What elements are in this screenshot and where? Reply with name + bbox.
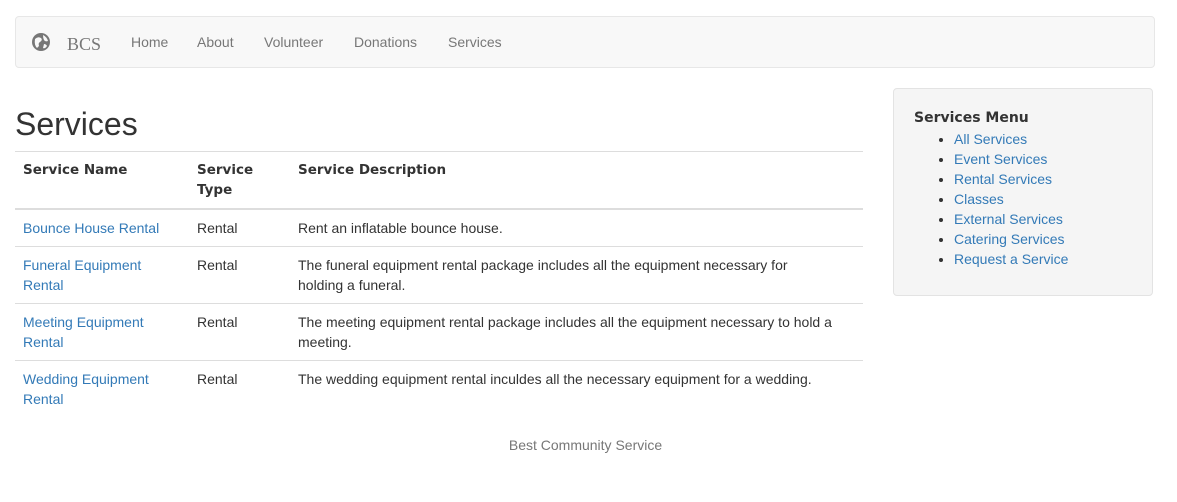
services-menu-panel: Services Menu All Services Event Service… bbox=[893, 88, 1153, 296]
globe-icon[interactable] bbox=[32, 33, 50, 51]
menu-link-catering-services[interactable]: Catering Services bbox=[954, 231, 1065, 247]
service-description: Rent an inflatable bounce house. bbox=[290, 208, 863, 247]
menu-link-all-services[interactable]: All Services bbox=[954, 131, 1027, 147]
services-menu-list: All Services Event Services Rental Servi… bbox=[914, 129, 1068, 269]
service-description: The funeral equipment rental package inc… bbox=[290, 246, 863, 304]
service-name-link[interactable]: Funeral Equipment Rental bbox=[23, 257, 141, 293]
list-item: External Services bbox=[954, 209, 1068, 229]
navbar: BCS Home About Volunteer Donations Servi… bbox=[15, 16, 1155, 68]
menu-link-rental-services[interactable]: Rental Services bbox=[954, 171, 1052, 187]
list-item: All Services bbox=[954, 129, 1068, 149]
list-item: Rental Services bbox=[954, 169, 1068, 189]
page-title: Services bbox=[15, 106, 138, 142]
column-header-service-type: Service Type bbox=[189, 151, 290, 210]
nav-services[interactable]: Services bbox=[448, 34, 502, 50]
menu-link-external-services[interactable]: External Services bbox=[954, 211, 1063, 227]
nav-volunteer[interactable]: Volunteer bbox=[264, 34, 323, 50]
service-type: Rental bbox=[189, 360, 290, 417]
nav-about[interactable]: About bbox=[197, 34, 234, 50]
table-row: Bounce House Rental Rental Rent an infla… bbox=[15, 208, 863, 247]
list-item: Request a Service bbox=[954, 249, 1068, 269]
service-type: Rental bbox=[189, 246, 290, 304]
nav-donations[interactable]: Donations bbox=[354, 34, 417, 50]
list-item: Catering Services bbox=[954, 229, 1068, 249]
column-header-service-name: Service Name bbox=[15, 151, 189, 210]
table-row: Funeral Equipment Rental Rental The fune… bbox=[15, 246, 863, 304]
list-item: Event Services bbox=[954, 149, 1068, 169]
table-header-row: Service Name Service Type Service Descri… bbox=[15, 151, 863, 210]
table-row: Wedding Equipment Rental Rental The wedd… bbox=[15, 360, 863, 417]
menu-link-classes[interactable]: Classes bbox=[954, 191, 1004, 207]
table-row: Meeting Equipment Rental Rental The meet… bbox=[15, 303, 863, 361]
brand-link[interactable]: BCS bbox=[67, 34, 101, 55]
footer-text: Best Community Service bbox=[508, 437, 663, 453]
list-item: Classes bbox=[954, 189, 1068, 209]
service-type: Rental bbox=[189, 208, 290, 247]
nav-home[interactable]: Home bbox=[131, 34, 168, 50]
menu-link-request-a-service[interactable]: Request a Service bbox=[954, 251, 1068, 267]
service-description: The wedding equipment rental inculdes al… bbox=[290, 360, 863, 417]
services-menu-title: Services Menu bbox=[914, 110, 1029, 126]
menu-link-event-services[interactable]: Event Services bbox=[954, 151, 1047, 167]
column-header-service-description: Service Description bbox=[290, 151, 863, 210]
service-name-link[interactable]: Meeting Equipment Rental bbox=[23, 314, 144, 350]
services-table: Service Name Service Type Service Descri… bbox=[15, 151, 863, 417]
service-description: The meeting equipment rental package inc… bbox=[290, 303, 863, 361]
service-type: Rental bbox=[189, 303, 290, 361]
service-name-link[interactable]: Wedding Equipment Rental bbox=[23, 371, 149, 407]
service-name-link[interactable]: Bounce House Rental bbox=[23, 220, 159, 236]
